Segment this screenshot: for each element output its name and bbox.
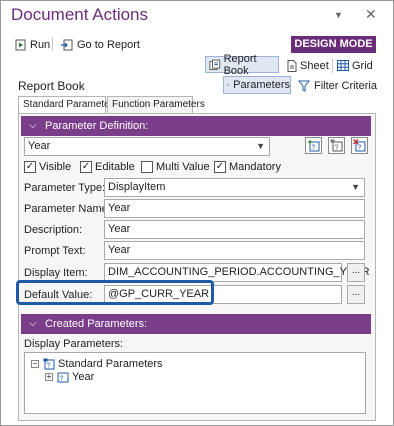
pane-titlebar: Document Actions ▼ ✕ [1,1,393,31]
go-to-report-button[interactable]: Go to Report [61,36,140,54]
edit-parameter-button[interactable]: ? [328,137,345,154]
display-item-label: Display Item: [24,267,88,279]
parameters-button[interactable]: ? Parameters [223,76,291,94]
svg-text:?: ? [47,363,51,370]
default-value-browse-button[interactable]: ... [347,285,365,304]
prompt-text-input[interactable]: Year [104,241,365,260]
display-item-browse-button[interactable]: ... [347,263,365,282]
report-book-button[interactable]: Report Book [205,53,279,77]
add-parameter-icon: ? [308,140,320,152]
tree-node-year[interactable]: + ? Year [45,371,94,383]
sheet-label: Sheet [300,59,329,72]
sheet-icon [287,59,297,72]
svg-text:?: ? [312,145,316,152]
report-book-heading: Report Book [18,79,85,93]
report-book-label: Report Book [223,52,257,77]
tree-root-label: Standard Parameters [58,358,163,370]
checkbox-multi-value-box[interactable] [141,161,153,173]
collapse-chevron-icon[interactable]: ⌵ [29,116,37,136]
parameter-name-label: Parameter Name: [24,203,111,215]
filter-icon [298,80,310,92]
tree-child-label: Year [72,371,95,383]
parameters-label: Parameters [233,79,290,91]
report-book-icon [209,59,221,70]
description-label: Description: [24,224,83,236]
editable-checkbox[interactable]: ✓ Editable [80,161,135,173]
delete-parameter-icon: ? [353,139,366,152]
created-parameters-title: Created Parameters: [45,318,148,330]
run-button[interactable]: Run [15,36,50,54]
go-to-report-label: Go to Report [77,39,140,51]
display-parameters-label: Display Parameters: [24,338,124,350]
parameters-folder-icon: ? [43,358,55,370]
toolbar-divider [52,37,53,51]
chevron-down-icon: ▼ [351,182,360,192]
toolbar-divider [332,59,333,73]
mandatory-label: Mandatory [229,161,281,173]
visible-checkbox[interactable]: ✓ Visible [24,161,71,173]
tab-function-parameters[interactable]: Function Parameters [107,96,205,114]
parameter-tree: − ? Standard Parameters + ? Year [24,352,366,414]
default-value-highlight [16,280,214,305]
svg-text:?: ? [335,145,339,152]
collapse-chevron-icon[interactable]: ⌵ [29,314,37,334]
expand-node-icon[interactable]: + [45,373,53,381]
filter-criteria-label: Filter Criteria [314,80,377,92]
checkbox-editable-box[interactable]: ✓ [80,161,92,173]
sheet-button[interactable]: Sheet [287,57,329,74]
parameter-type-select[interactable]: DisplayItem ▼ [104,178,365,197]
parameter-definition-header[interactable]: ⌵ Parameter Definition: [21,116,371,136]
delete-parameter-button[interactable]: ? [351,137,368,154]
parameter-select[interactable]: Year ▼ [24,137,270,156]
parameter-type-value: DisplayItem [108,181,166,193]
parameter-select-value: Year [28,140,51,152]
tree-node-standard-parameters[interactable]: − ? Standard Parameters [31,358,163,370]
checkbox-mandatory-box[interactable]: ✓ [214,161,226,173]
parameter-type-label: Parameter Type: [24,182,106,194]
chevron-down-icon: ▼ [256,141,265,151]
editable-label: Editable [95,161,135,173]
visible-label: Visible [39,161,72,173]
prompt-text-label: Prompt Text: [24,245,86,257]
svg-text:?: ? [358,145,362,152]
filter-criteria-button[interactable]: Filter Criteria [298,77,377,95]
checkbox-visible-box[interactable]: ✓ [24,161,36,173]
go-to-report-icon [61,39,73,51]
created-parameters-header[interactable]: ⌵ Created Parameters: [21,314,371,334]
pane-title: Document Actions [11,5,149,24]
close-icon[interactable]: ✕ [365,6,377,23]
edit-parameter-icon: ? [330,139,343,152]
parameter-item-icon: ? [57,372,69,383]
grid-label: Grid [352,59,373,72]
design-mode-badge[interactable]: DESIGN MODE [291,36,376,53]
parameter-definition-title: Parameter Definition: [45,120,149,132]
grid-icon [337,60,349,71]
description-input[interactable]: Year [104,220,365,239]
add-parameter-button[interactable]: ? [305,137,322,154]
document-actions-pane: Document Actions ▼ ✕ Run Go to Report DE… [0,0,394,426]
collapse-node-icon[interactable]: − [31,360,39,368]
svg-text:?: ? [60,376,64,383]
run-icon [15,39,26,51]
multi-value-checkbox[interactable]: Multi Value [141,161,210,173]
mandatory-checkbox[interactable]: ✓ Mandatory [214,161,281,173]
tab-standard-parameters[interactable]: Standard Parameters [18,96,118,114]
parameters-icon: ? [227,84,230,87]
parameter-name-input[interactable]: Year [104,199,365,218]
run-label: Run [30,39,51,51]
grid-button[interactable]: Grid [337,57,373,74]
dropdown-arrow-icon[interactable]: ▼ [334,10,343,20]
multi-value-label: Multi Value [156,161,210,173]
